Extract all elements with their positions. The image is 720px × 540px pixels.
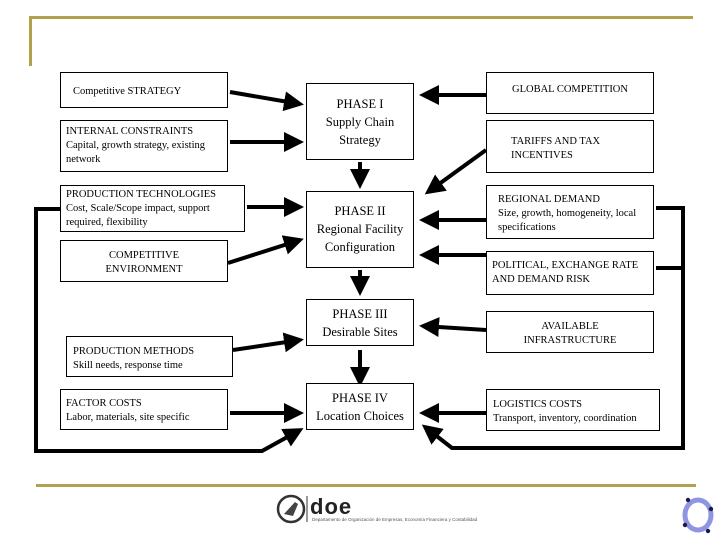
arrow-competitive-environment xyxy=(227,235,304,265)
factor-competitive-strategy: Competitive STRATEGY xyxy=(60,72,228,108)
logo-text: doe xyxy=(310,494,353,519)
arrow-competitive-strategy xyxy=(229,90,304,112)
phase-title: PHASE I xyxy=(336,97,384,111)
phase-subtitle: Supply Chain Strategy xyxy=(325,115,395,147)
factor-production-methods: PRODUCTION METHODS Skill needs, response… xyxy=(66,336,233,377)
arrow-production-methods xyxy=(232,332,304,353)
factor-subtitle: Labor, materials, site specific xyxy=(66,412,190,423)
factor-title: PRODUCTION METHODS xyxy=(73,346,195,357)
factor-subtitle: Cost, Scale/Scope impact, support requir… xyxy=(66,203,210,228)
factor-production-technologies: PRODUCTION TECHNOLOGIES Cost, Scale/Scop… xyxy=(60,185,245,232)
factor-title: LOGISTICS COSTS xyxy=(493,399,582,410)
factor-title: FACTOR COSTS xyxy=(66,398,142,409)
factor-title: AVAILABLE INFRASTRUCTURE xyxy=(523,321,617,346)
factor-factor-costs: FACTOR COSTS Labor, materials, site spec… xyxy=(60,389,228,430)
arrow-tariffs xyxy=(424,148,488,195)
factor-title: INTERNAL CONSTRAINTS xyxy=(66,126,194,137)
factor-subtitle: Size, growth, homogeneity, local specifi… xyxy=(498,208,637,233)
factor-available-infrastructure: AVAILABLE INFRASTRUCTURE xyxy=(486,311,654,353)
factor-regional-demand: REGIONAL DEMAND Size, growth, homogeneit… xyxy=(486,185,654,239)
factor-global-competition: GLOBAL COMPETITION xyxy=(486,72,654,114)
factor-logistics-costs: LOGISTICS COSTS Transport, inventory, co… xyxy=(486,389,660,431)
factor-subtitle: Skill needs, response time xyxy=(73,360,183,371)
factor-competitive-environment: COMPETITIVE ENVIRONMENT xyxy=(60,240,228,282)
factor-title: TARIFFS AND TAX INCENTIVES xyxy=(511,136,601,161)
phase-subtitle: Desirable Sites xyxy=(322,325,398,339)
footer-caption: Departamento de Organización de Empresas… xyxy=(312,517,478,522)
factor-subtitle: Transport, inventory, coordination xyxy=(493,413,637,424)
doe-emblem-icon xyxy=(276,494,308,524)
factor-tariffs-tax-incentives: TARIFFS AND TAX INCENTIVES xyxy=(486,120,654,173)
factor-title: PRODUCTION TECHNOLOGIES xyxy=(66,189,217,200)
phase-2: PHASE II Regional Facility Configuration xyxy=(306,191,414,268)
factor-title: Competitive STRATEGY xyxy=(73,86,182,97)
arrow-infrastructure xyxy=(419,317,487,337)
factor-title: POLITICAL, EXCHANGE RATE AND DEMAND RISK xyxy=(492,260,639,285)
factor-political-risk: POLITICAL, EXCHANGE RATE AND DEMAND RISK xyxy=(486,251,654,295)
factor-title: GLOBAL COMPETITION xyxy=(512,84,628,95)
footer-logo: doe Departamento de Organización de Empr… xyxy=(276,494,477,524)
phase-1: PHASE I Supply Chain Strategy xyxy=(306,83,414,160)
phase-4: PHASE IV Location Choices xyxy=(306,383,414,430)
factor-internal-constraints: INTERNAL CONSTRAINTS Capital, growth str… xyxy=(60,120,228,172)
factor-subtitle: Capital, growth strategy, existing netwo… xyxy=(66,140,206,165)
phase-title: PHASE IV xyxy=(332,391,388,405)
factor-title: COMPETITIVE ENVIRONMENT xyxy=(105,250,183,275)
phase-title: PHASE III xyxy=(332,307,388,321)
corner-ring-icon xyxy=(682,497,714,534)
phase-title: PHASE II xyxy=(334,204,386,218)
phase-3: PHASE III Desirable Sites xyxy=(306,299,414,346)
factor-title: REGIONAL DEMAND xyxy=(498,194,600,205)
phase-subtitle: Regional Facility Configuration xyxy=(316,222,404,254)
phase-subtitle: Location Choices xyxy=(316,409,404,423)
